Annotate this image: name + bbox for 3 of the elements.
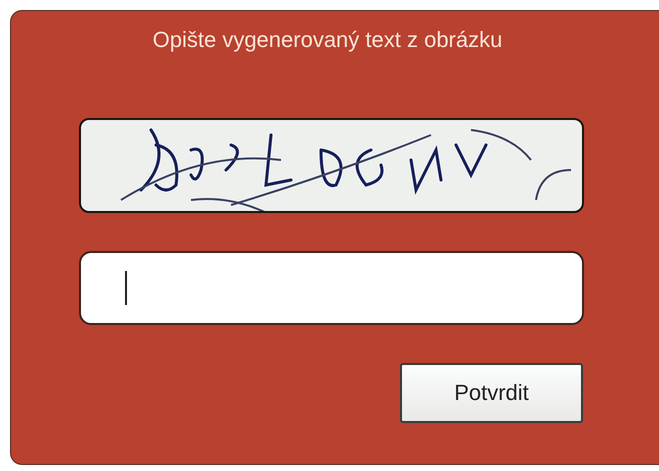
dialog-title: Opište vygenerovaný text z obrázku [152,27,502,53]
answer-field[interactable] [79,251,584,325]
confirm-button[interactable]: Potvrdit [400,363,583,423]
